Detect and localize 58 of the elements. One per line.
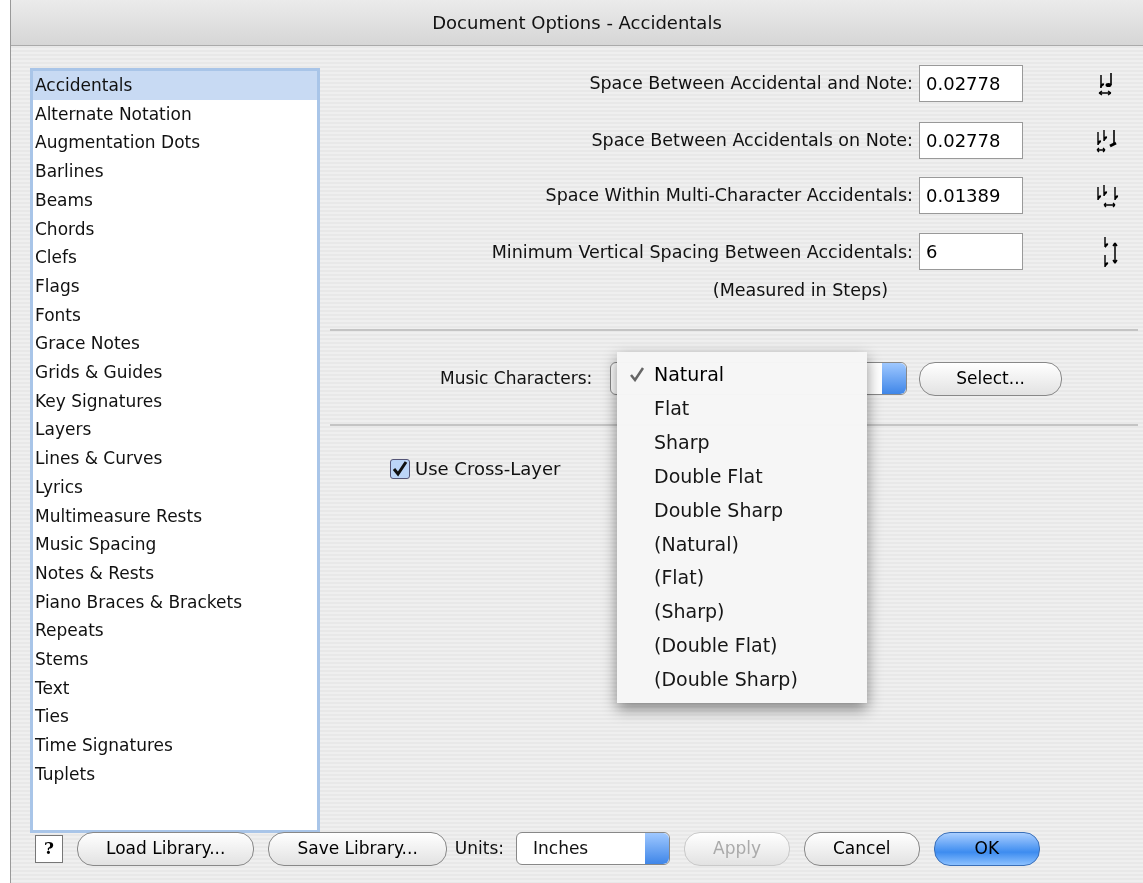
push-button[interactable]: OK (933, 832, 1041, 866)
menu-item[interactable]: (Sharp) (617, 595, 867, 630)
text-field[interactable]: 0.01389 (919, 177, 1023, 214)
window-title: Document Options - Accidentals (432, 11, 722, 35)
units-label: Units: (454, 837, 504, 860)
field-label: Space Within Multi-Character Accidentals: (545, 184, 913, 208)
sidebar-item[interactable]: Chords (33, 214, 317, 244)
push-button[interactable]: Cancel (804, 832, 920, 866)
field-label: Minimum Vertical Spacing Between Accidentals: (491, 241, 913, 264)
sidebar-item[interactable]: Layers (33, 415, 317, 445)
checkbox-label: Use Cross-Layer (415, 457, 561, 481)
field-label: Space Between Accidental and Note: (589, 72, 913, 96)
help-button[interactable]: ? (35, 834, 63, 863)
push-button[interactable]: Load Library... (77, 832, 255, 866)
sidebar-item[interactable]: Multimeasure Rests (33, 501, 317, 531)
music-symbol-icon (1095, 183, 1121, 209)
sidebar-item[interactable]: Key Signatures (33, 386, 317, 416)
menu-item[interactable]: (Double Flat) (617, 629, 867, 664)
menu-item[interactable]: Double Sharp (617, 493, 867, 528)
sidebar-item[interactable]: Grids & Guides (33, 358, 317, 387)
field-note: (Measured in Steps) (712, 279, 888, 302)
checkmark-icon (629, 366, 645, 382)
sidebar-item[interactable]: Text (33, 673, 317, 703)
sidebar-item[interactable]: Grace Notes (33, 329, 317, 359)
sidebar-item[interactable]: Alternate Notation (33, 99, 317, 129)
sidebar-item[interactable]: Music Spacing (33, 530, 317, 559)
text-field[interactable]: 6 (919, 233, 1023, 270)
menu-item[interactable]: Double Flat (617, 459, 867, 494)
sidebar-item[interactable]: Barlines (33, 157, 317, 186)
sidebar-item[interactable]: Ties (33, 702, 317, 732)
units-popup[interactable]: Inches (516, 832, 670, 866)
sidebar-item[interactable]: Fonts (33, 300, 317, 330)
select-button[interactable]: Select... (919, 362, 1062, 396)
sidebar-item[interactable]: Repeats (33, 616, 317, 646)
sidebar-item[interactable]: Beams (33, 185, 317, 215)
menu-item[interactable]: Natural (617, 358, 867, 392)
menu-item[interactable]: (Flat) (617, 561, 867, 596)
sidebar-item[interactable]: Accidentals (33, 71, 317, 100)
field-label: Space Between Accidentals on Note: (591, 129, 913, 153)
menu-item[interactable]: Sharp (617, 425, 867, 460)
sidebar-item[interactable]: Augmentation Dots (33, 128, 317, 158)
sidebar-item[interactable]: Flags (33, 271, 317, 301)
text-field[interactable]: 0.02778 (919, 122, 1023, 159)
sidebar-item[interactable]: Stems (33, 645, 317, 674)
menu-item[interactable]: (Double Sharp) (617, 663, 867, 698)
checkbox[interactable] (390, 458, 410, 479)
sidebar-item[interactable]: Time Signatures (33, 731, 317, 760)
popup-label: Music Characters: (440, 367, 593, 390)
sidebar-item[interactable]: Lyrics (33, 472, 317, 502)
sidebar-item[interactable]: Clefs (33, 243, 317, 272)
sidebar-item[interactable]: Tuplets (33, 759, 317, 789)
menu-item[interactable]: Flat (617, 391, 867, 426)
sidebar-item[interactable]: Piano Braces & Brackets (33, 587, 317, 617)
text-field[interactable]: 0.02778 (919, 65, 1023, 102)
sidebar-item[interactable]: Notes & Rests (33, 558, 317, 588)
push-button[interactable]: Save Library... (268, 832, 447, 866)
sidebar-item[interactable]: Lines & Curves (33, 444, 317, 473)
menu-item[interactable]: (Natural) (617, 527, 867, 562)
